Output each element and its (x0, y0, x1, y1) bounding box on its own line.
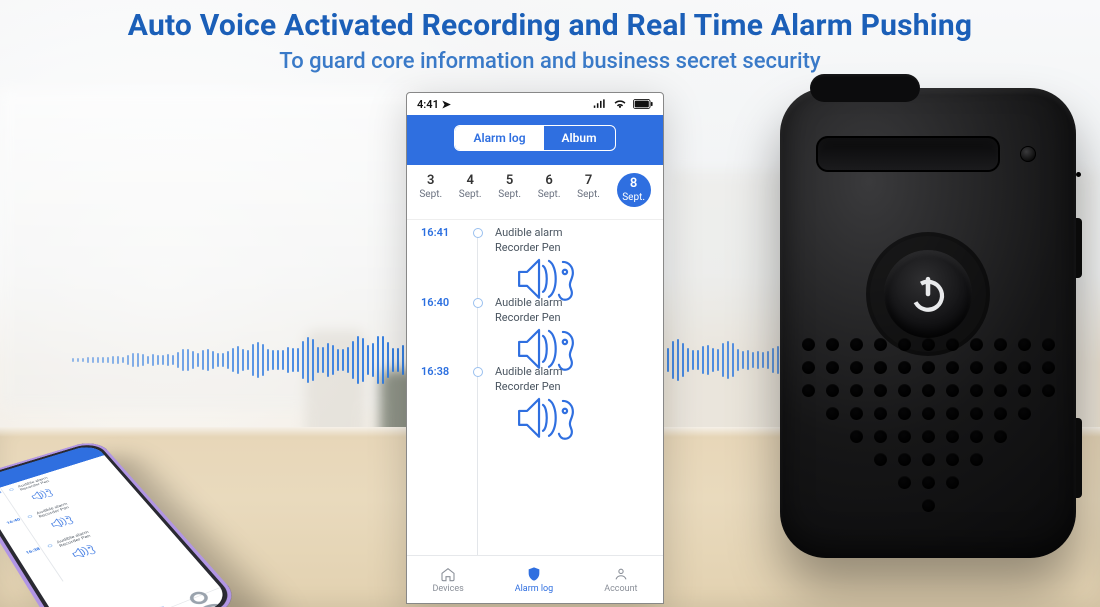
audible-alarm-icon (27, 486, 55, 503)
tab-alarm-log[interactable]: Alarm log (455, 126, 543, 150)
power-icon (907, 273, 949, 315)
date-scroller[interactable]: 3Sept. 4Sept. 5Sept. 6Sept. 7Sept. 8Sept. (407, 165, 663, 220)
nav-alarm-log[interactable]: Alarm log (515, 566, 554, 594)
date-item[interactable]: 4Sept. (459, 173, 482, 207)
date-item[interactable]: 3Sept. (419, 173, 442, 207)
signal-icon (593, 99, 607, 109)
date-item[interactable]: 7Sept. (577, 173, 600, 207)
status-time: 4:41 ➤ (417, 98, 451, 111)
segmented-tabs: Alarm log Album (407, 115, 663, 165)
headline-subtitle: To guard core information and business s… (0, 49, 1100, 74)
device-clip (810, 74, 920, 102)
user-icon (612, 566, 630, 582)
small-phone-body: 16:41Audible alarmRecorder Pen 16:40Audi… (0, 439, 243, 607)
date-item[interactable]: 5Sept. (498, 173, 521, 207)
device-ir-window (816, 136, 1000, 172)
headline-block: Auto Voice Activated Recording and Real … (0, 8, 1100, 74)
nav-devices-label: Devices (432, 584, 463, 594)
shield-alert-icon (525, 566, 543, 582)
user-icon (166, 578, 231, 607)
alarm-log-list[interactable]: 16:41Audible alarmRecorder Pen 16:40Audi… (407, 220, 663, 580)
power-button[interactable] (884, 250, 972, 338)
nav-account[interactable]: Account (604, 566, 637, 594)
audible-alarm-icon (67, 542, 98, 562)
nav-account-label: Account (604, 584, 637, 594)
log-row[interactable]: 16:38Audible alarmRecorder Pen (421, 365, 649, 435)
shield-alert-icon (118, 596, 193, 607)
app-screenshot-phone: 4:41 ➤ Alarm log Album 3Sept. 4Sept. 5Sept… (406, 92, 664, 604)
timeline-dot (473, 298, 483, 308)
log-row: 16:40Audible alarmRecorder Pen (6, 484, 126, 528)
nav-alarm-label: Alarm log (515, 584, 554, 594)
date-item[interactable]: 8Sept. (617, 173, 651, 207)
timeline-dot (473, 367, 483, 377)
product-marketing-scene: Auto Voice Activated Recording and Real … (0, 0, 1100, 607)
wifi-icon (613, 99, 627, 109)
home-icon (439, 566, 457, 582)
battery-icon (633, 99, 653, 109)
device-led (1020, 146, 1036, 162)
log-time: 16:40 (421, 296, 461, 309)
bottom-nav: Devices Alarm log Account (407, 555, 663, 603)
small-phone-perspective: 16:41Audible alarmRecorder Pen 16:40Audi… (44, 320, 344, 580)
recorder-device (780, 88, 1076, 558)
audible-alarm-icon (513, 391, 577, 445)
log-time: 16:41 (421, 226, 461, 239)
log-row: 16:38Audible alarmRecorder Pen (25, 511, 149, 559)
speaker-grill (780, 338, 1076, 532)
log-row[interactable]: 16:40Audible alarmRecorder Pen (421, 296, 649, 366)
small-phone-screen: 16:41Audible alarmRecorder Pen 16:40Audi… (0, 443, 232, 607)
audible-alarm-icon (47, 513, 77, 531)
date-item[interactable]: 6Sept. (538, 173, 561, 207)
tab-album[interactable]: Album (544, 126, 615, 150)
nav-devices[interactable]: Devices (432, 566, 463, 594)
log-row: 16:41Audible alarmRecorder Pen (0, 460, 104, 501)
log-row[interactable]: 16:41Audible alarmRecorder Pen (421, 226, 649, 296)
device-mic-hole (1076, 172, 1081, 177)
log-time: 16:38 (421, 365, 461, 378)
timeline-dot (473, 228, 483, 238)
headline-title: Auto Voice Activated Recording and Real … (0, 8, 1100, 43)
status-bar: 4:41 ➤ (407, 93, 663, 115)
